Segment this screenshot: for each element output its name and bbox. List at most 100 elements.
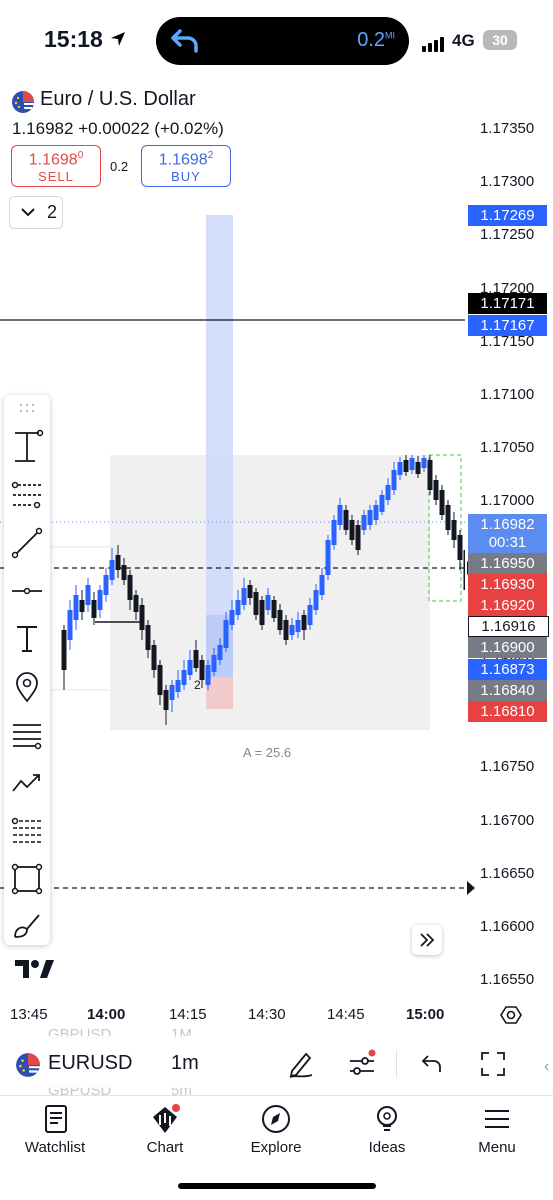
home-indicator[interactable] xyxy=(178,1183,376,1189)
price-tick: 1.16650 xyxy=(480,864,535,882)
scroll-to-realtime-button[interactable] xyxy=(412,925,442,955)
candle-body xyxy=(313,590,319,610)
menu-icon xyxy=(485,1110,509,1128)
price-badge: 1.16873 xyxy=(468,659,547,680)
buy-button[interactable]: 1.16982 BUY xyxy=(141,145,231,187)
candle-body xyxy=(223,620,229,648)
candle-body xyxy=(79,600,85,612)
candle-body xyxy=(271,600,277,618)
candle-body xyxy=(427,460,433,490)
price-tick: 1.16550 xyxy=(480,971,535,989)
status-time-text: 15:18 xyxy=(44,26,103,52)
buy-price-main: 1.1698 xyxy=(158,151,208,169)
candle-body xyxy=(433,480,439,500)
position-tool-icon[interactable] xyxy=(9,477,45,513)
candle-body xyxy=(175,680,181,692)
candle-body xyxy=(385,485,391,500)
indicators-settings-icon[interactable] xyxy=(347,1049,377,1079)
price-tick: 1.16700 xyxy=(480,811,535,829)
candle-body xyxy=(115,555,121,570)
interval-selector[interactable]: 1m xyxy=(171,1052,199,1075)
candle-body xyxy=(451,520,457,540)
sell-price-main: 1.1698 xyxy=(28,151,78,169)
candle-body xyxy=(253,592,259,615)
fullscreen-icon[interactable] xyxy=(479,1050,507,1078)
position-target-zone[interactable] xyxy=(206,215,233,615)
sell-label: SELL xyxy=(38,169,74,185)
parallel-channel-tool-icon[interactable] xyxy=(9,717,45,753)
candle-body xyxy=(379,495,385,512)
trend-line-tool-icon[interactable] xyxy=(9,525,45,561)
price-badge: 1.16810 xyxy=(468,701,547,722)
battery-icon: 30 xyxy=(483,30,517,50)
dynamic-island[interactable]: 0.2MI xyxy=(156,17,409,65)
fib-retracement-tool-icon[interactable] xyxy=(9,813,45,849)
nav-label-explore: Explore xyxy=(250,1139,302,1156)
drawing-pen-icon[interactable] xyxy=(286,1049,316,1079)
candle-body xyxy=(193,650,199,668)
price-badge: 1.16950 xyxy=(468,553,547,574)
pin-tool-icon[interactable] xyxy=(9,669,45,705)
price-range-tool-icon[interactable] xyxy=(9,429,45,465)
candle-body xyxy=(295,620,301,632)
brush-tool-icon[interactable] xyxy=(9,907,45,943)
candle-body xyxy=(355,525,361,550)
price-badge: 00:31 xyxy=(468,532,547,553)
buy-price: 1.16982 xyxy=(142,150,230,169)
candle-body xyxy=(403,460,409,472)
candle-body xyxy=(169,685,175,700)
candle-body xyxy=(457,535,463,560)
sell-price: 1.16980 xyxy=(12,150,100,169)
candle-body xyxy=(235,600,241,615)
rectangle-tool-icon[interactable] xyxy=(9,861,45,897)
signal-icon xyxy=(422,34,446,52)
buy-label: BUY xyxy=(171,169,201,185)
candle-body xyxy=(349,520,355,540)
candle-body xyxy=(229,610,235,625)
price-tick: 1.17300 xyxy=(480,173,535,191)
price-tick: 1.16750 xyxy=(480,758,535,776)
symbol-selector[interactable]: EURUSD xyxy=(48,1052,132,1075)
lightbulb-icon xyxy=(377,1106,397,1131)
price-tick: 1.17250 xyxy=(480,226,535,244)
candle-body xyxy=(373,505,379,520)
candle-body xyxy=(151,645,157,670)
candle-body xyxy=(409,458,415,470)
symbol-title[interactable]: Euro / U.S. Dollar xyxy=(40,88,196,111)
candle-body xyxy=(337,505,343,525)
undo-icon[interactable] xyxy=(420,1052,444,1076)
horizontal-line-tool-icon[interactable] xyxy=(9,573,45,609)
candle-body xyxy=(211,655,217,672)
nav-label-menu: Menu xyxy=(478,1139,516,1156)
more-chevron-icon[interactable]: ‹ xyxy=(544,1058,549,1076)
chart-settings-icon[interactable] xyxy=(499,1003,523,1027)
toolbar-divider xyxy=(396,1050,397,1078)
nav-label-watchlist: Watchlist xyxy=(24,1139,86,1156)
price-badge: 1.16916 xyxy=(468,616,549,637)
position-label: 2 xyxy=(194,678,201,692)
text-tool-icon[interactable] xyxy=(9,621,45,657)
price-tick: 1.17000 xyxy=(480,492,535,510)
candle-body xyxy=(181,670,187,685)
toolbar-drag-handle-icon[interactable] xyxy=(9,401,45,415)
price-badge: 1.16920 xyxy=(468,595,547,616)
network-type: 4G xyxy=(452,31,475,50)
candle-body xyxy=(91,600,97,618)
candle-body xyxy=(121,565,127,580)
candle-body xyxy=(139,605,145,630)
candle-body xyxy=(157,665,163,695)
chart-canvas[interactable]: A = 25.6 2 xyxy=(0,190,465,1000)
price-tick: 1.17050 xyxy=(480,439,535,457)
range-label: A = 25.6 xyxy=(243,745,291,760)
candle-body xyxy=(133,595,139,612)
time-tick: 14:45 xyxy=(327,1006,365,1023)
pattern-tool-icon[interactable] xyxy=(9,765,45,801)
candle-body xyxy=(361,515,367,530)
eu-us-flag-icon xyxy=(12,91,34,113)
navigation-back-arrow-icon xyxy=(171,29,198,53)
candle-body xyxy=(85,585,91,605)
candle-body xyxy=(397,462,403,475)
sell-button[interactable]: 1.16980 SELL xyxy=(11,145,101,187)
price-badge: 1.17167 xyxy=(468,315,547,336)
watchlist-icon xyxy=(45,1105,67,1133)
